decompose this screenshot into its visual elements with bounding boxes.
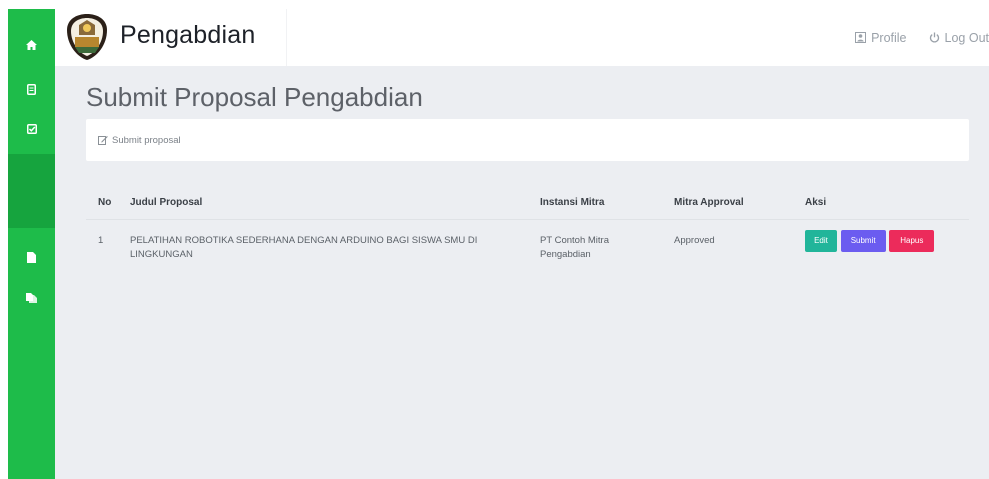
sidebar-item-active[interactable] bbox=[8, 154, 55, 228]
app-title: Pengabdian bbox=[120, 21, 256, 49]
profile-link[interactable]: Profile bbox=[855, 30, 907, 45]
page-title: Submit Proposal Pengabdian bbox=[86, 82, 423, 112]
top-navbar: Pengabdian Profile Log Out bbox=[55, 9, 989, 66]
table-row: 1 PELATIHAN ROBOTIKA SEDERHANA DENGAN AR… bbox=[86, 219, 969, 262]
profile-label: Profile bbox=[871, 30, 907, 45]
sidebar-item-proposal[interactable] bbox=[8, 69, 55, 109]
proposal-table: No Judul Proposal Instansi Mitra Mitra A… bbox=[86, 186, 969, 262]
cell-actions: Edit Submit Hapus bbox=[805, 219, 969, 262]
logout-link[interactable]: Log Out bbox=[929, 31, 989, 45]
profile-icon bbox=[855, 32, 867, 43]
panel-label: Submit proposal bbox=[112, 134, 181, 146]
file-icon bbox=[27, 251, 36, 263]
col-header-instansi: Instansi Mitra bbox=[540, 186, 674, 220]
sidebar-item-home[interactable] bbox=[8, 25, 55, 65]
edit-button[interactable]: Edit bbox=[805, 229, 837, 252]
logout-label: Log Out bbox=[944, 30, 989, 45]
cell-judul: PELATIHAN ROBOTIKA SEDERHANA DENGAN ARDU… bbox=[130, 234, 478, 260]
col-header-no: No bbox=[86, 186, 130, 220]
sidebar-item-files[interactable] bbox=[8, 277, 55, 317]
home-icon bbox=[26, 40, 37, 50]
cell-approval: Approved bbox=[674, 234, 715, 246]
col-header-judul: Judul Proposal bbox=[130, 186, 540, 220]
brand[interactable]: Pengabdian bbox=[55, 9, 287, 66]
checked-box-icon bbox=[26, 124, 37, 134]
cell-no: 1 bbox=[98, 234, 104, 246]
submit-proposal-panel[interactable]: Submit proposal bbox=[86, 119, 969, 161]
cell-instansi: PT Contoh Mitra Pengabdian bbox=[540, 234, 609, 260]
power-icon bbox=[929, 32, 939, 43]
document-icon bbox=[27, 83, 36, 95]
navbar-right: Profile Log Out bbox=[833, 9, 989, 66]
sidebar-item-file[interactable] bbox=[8, 237, 55, 277]
files-icon bbox=[26, 292, 37, 303]
submit-button[interactable]: Submit bbox=[840, 229, 886, 252]
table-header-row: No Judul Proposal Instansi Mitra Mitra A… bbox=[86, 186, 969, 220]
sidebar bbox=[8, 9, 55, 479]
hapus-button[interactable]: Hapus bbox=[889, 229, 935, 252]
university-logo-icon bbox=[67, 14, 107, 60]
col-header-approval: Mitra Approval bbox=[674, 186, 805, 220]
edit-icon bbox=[98, 136, 108, 145]
col-header-aksi: Aksi bbox=[805, 186, 969, 220]
sidebar-item-submit[interactable] bbox=[8, 109, 55, 149]
